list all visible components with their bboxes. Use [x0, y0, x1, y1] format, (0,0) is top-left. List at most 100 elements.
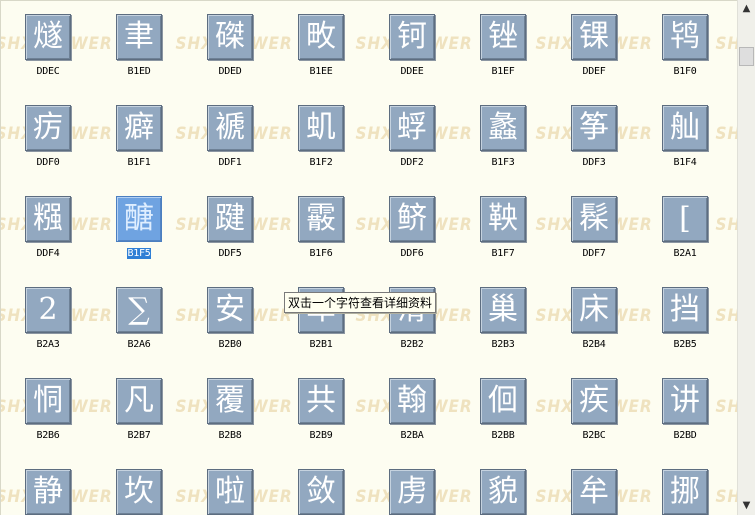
- glyph-tile[interactable]: 磔: [207, 14, 253, 60]
- glyph-code-label: B2BC: [564, 430, 624, 441]
- glyph-code-label: DDEE: [382, 66, 442, 77]
- glyph-code-text: DDF1: [218, 157, 242, 168]
- glyph-code-label: B2B9: [291, 430, 351, 441]
- glyph-tile[interactable]: 锞: [571, 14, 617, 60]
- glyph-tile[interactable]: 褫: [207, 105, 253, 151]
- glyph-tile[interactable]: 共: [298, 378, 344, 424]
- glyph-tile[interactable]: 牟: [571, 469, 617, 515]
- vertical-scrollbar[interactable]: ▲ ▼: [737, 0, 755, 515]
- glyph-code-label: B1EE: [291, 66, 351, 77]
- glyph-code-text: B2A6: [127, 339, 151, 350]
- glyph-code-label: DDF5: [200, 248, 260, 259]
- glyph-code-text: DDF2: [400, 157, 424, 168]
- glyph-code-text: B2A3: [36, 339, 60, 350]
- glyph-tile[interactable]: 虮: [298, 105, 344, 151]
- glyph-code-text: DDF7: [582, 248, 606, 259]
- glyph-code-text: DDF3: [582, 157, 606, 168]
- glyph-code-label: B2BA: [382, 430, 442, 441]
- glyph-tile[interactable]: 霰: [298, 196, 344, 242]
- glyph-tile[interactable]: 佪: [480, 378, 526, 424]
- viewer-watermark: SHX VIEWER: [715, 34, 737, 54]
- glyph-code-label: B1EF: [473, 66, 533, 77]
- glyph-tile[interactable]: 静: [25, 469, 71, 515]
- glyph-tile[interactable]: 2: [25, 287, 71, 333]
- glyph-code-label: DDF0: [18, 157, 78, 168]
- glyph-code-text: B2B7: [127, 430, 151, 441]
- glyph-tile[interactable]: 钶: [389, 14, 435, 60]
- glyph-tile[interactable]: 燧: [25, 14, 71, 60]
- viewer-watermark: SHX VIEWER: [715, 124, 737, 144]
- glyph-code-text: B1ED: [127, 66, 151, 77]
- glyph-tile[interactable]: 筝: [571, 105, 617, 151]
- glyph-tile[interactable]: 癖: [116, 105, 162, 151]
- glyph-tile[interactable]: 巢: [480, 287, 526, 333]
- glyph-tile[interactable]: 翰: [389, 378, 435, 424]
- scrollbar-thumb[interactable]: [739, 47, 754, 66]
- glyph-tile[interactable]: 挡: [662, 287, 708, 333]
- glyph-code-text: B1F7: [491, 248, 515, 259]
- scroll-up-arrow-icon[interactable]: ▲: [738, 0, 755, 17]
- glyph-code-label: B1F2: [291, 157, 351, 168]
- glyph-tile[interactable]: 髹: [571, 196, 617, 242]
- glyph-tile[interactable]: ∑: [116, 287, 162, 333]
- glyph-tile[interactable]: 锉: [480, 14, 526, 60]
- glyph-code-label: DDF6: [382, 248, 442, 259]
- glyph-tile[interactable]: 敛: [298, 469, 344, 515]
- glyph-code-label: B2B5: [655, 339, 715, 350]
- viewer-watermark: SHX VIEWER: [715, 215, 737, 235]
- glyph-code-label: B2B3: [473, 339, 533, 350]
- glyph-tile[interactable]: 安: [207, 287, 253, 333]
- glyph-code-label: B2A3: [18, 339, 78, 350]
- glyph-tile[interactable]: 蠡: [480, 105, 526, 151]
- glyph-tile[interactable]: [: [662, 196, 708, 242]
- glyph-code-text: DDEC: [36, 66, 60, 77]
- glyph-tile[interactable]: 畋: [298, 14, 344, 60]
- glyph-code-text: B1F4: [673, 157, 697, 168]
- glyph-tile[interactable]: 鸨: [662, 14, 708, 60]
- glyph-code-label: B1F7: [473, 248, 533, 259]
- glyph-tile[interactable]: 鲚: [389, 196, 435, 242]
- glyph-tile[interactable]: 糨: [25, 196, 71, 242]
- glyph-code-label: B2B2: [382, 339, 442, 350]
- glyph-code-text: DDEE: [400, 66, 424, 77]
- glyph-tile[interactable]: 疠: [25, 105, 71, 151]
- glyph-grid[interactable]: SHX VIEWER SHX VIEWER SHX VIEWER SHX VIEWER…: [0, 0, 737, 515]
- glyph-code-text: B2B5: [673, 339, 697, 350]
- glyph-code-text: B2BD: [673, 430, 697, 441]
- glyph-tile[interactable]: 舢: [662, 105, 708, 151]
- glyph-tile[interactable]: 聿: [116, 14, 162, 60]
- glyph-code-text: B1F1: [127, 157, 151, 168]
- glyph-tile[interactable]: 覆: [207, 378, 253, 424]
- glyph-code-label: B1F6: [291, 248, 351, 259]
- glyph-code-label: DDF7: [564, 248, 624, 259]
- glyph-tile[interactable]: 蜉: [389, 105, 435, 151]
- glyph-tile[interactable]: 虏: [389, 469, 435, 515]
- glyph-tile[interactable]: 挪: [662, 469, 708, 515]
- glyph-tile[interactable]: 鞅: [480, 196, 526, 242]
- glyph-tile[interactable]: 恫: [25, 378, 71, 424]
- glyph-tile[interactable]: 啦: [207, 469, 253, 515]
- glyph-tile[interactable]: 醣: [116, 196, 162, 242]
- glyph-code-label: B2BB: [473, 430, 533, 441]
- glyph-tile[interactable]: 踺: [207, 196, 253, 242]
- glyph-code-text: B2B3: [491, 339, 515, 350]
- glyph-code-text: B1F3: [491, 157, 515, 168]
- viewer-watermark: SHX VIEWER: [715, 487, 737, 507]
- glyph-code-text: DDF0: [36, 157, 60, 168]
- glyph-tile[interactable]: 貌: [480, 469, 526, 515]
- glyph-tile[interactable]: 疾: [571, 378, 617, 424]
- glyph-code-text: B2B0: [218, 339, 242, 350]
- glyph-code-label: B2B4: [564, 339, 624, 350]
- glyph-tile[interactable]: 凡: [116, 378, 162, 424]
- viewer-watermark: SHX VIEWER: [715, 397, 737, 417]
- glyph-code-label: B2B1: [291, 339, 351, 350]
- glyph-code-label: B2BD: [655, 430, 715, 441]
- glyph-tile[interactable]: 坎: [116, 469, 162, 515]
- glyph-code-label: DDF3: [564, 157, 624, 168]
- glyph-tile[interactable]: 讲: [662, 378, 708, 424]
- glyph-code-text: B2B6: [36, 430, 60, 441]
- glyph-tile[interactable]: 床: [571, 287, 617, 333]
- glyph-code-text: B2B1: [309, 339, 333, 350]
- scroll-down-arrow-icon[interactable]: ▼: [738, 497, 755, 514]
- glyph-code-text: DDF6: [400, 248, 424, 259]
